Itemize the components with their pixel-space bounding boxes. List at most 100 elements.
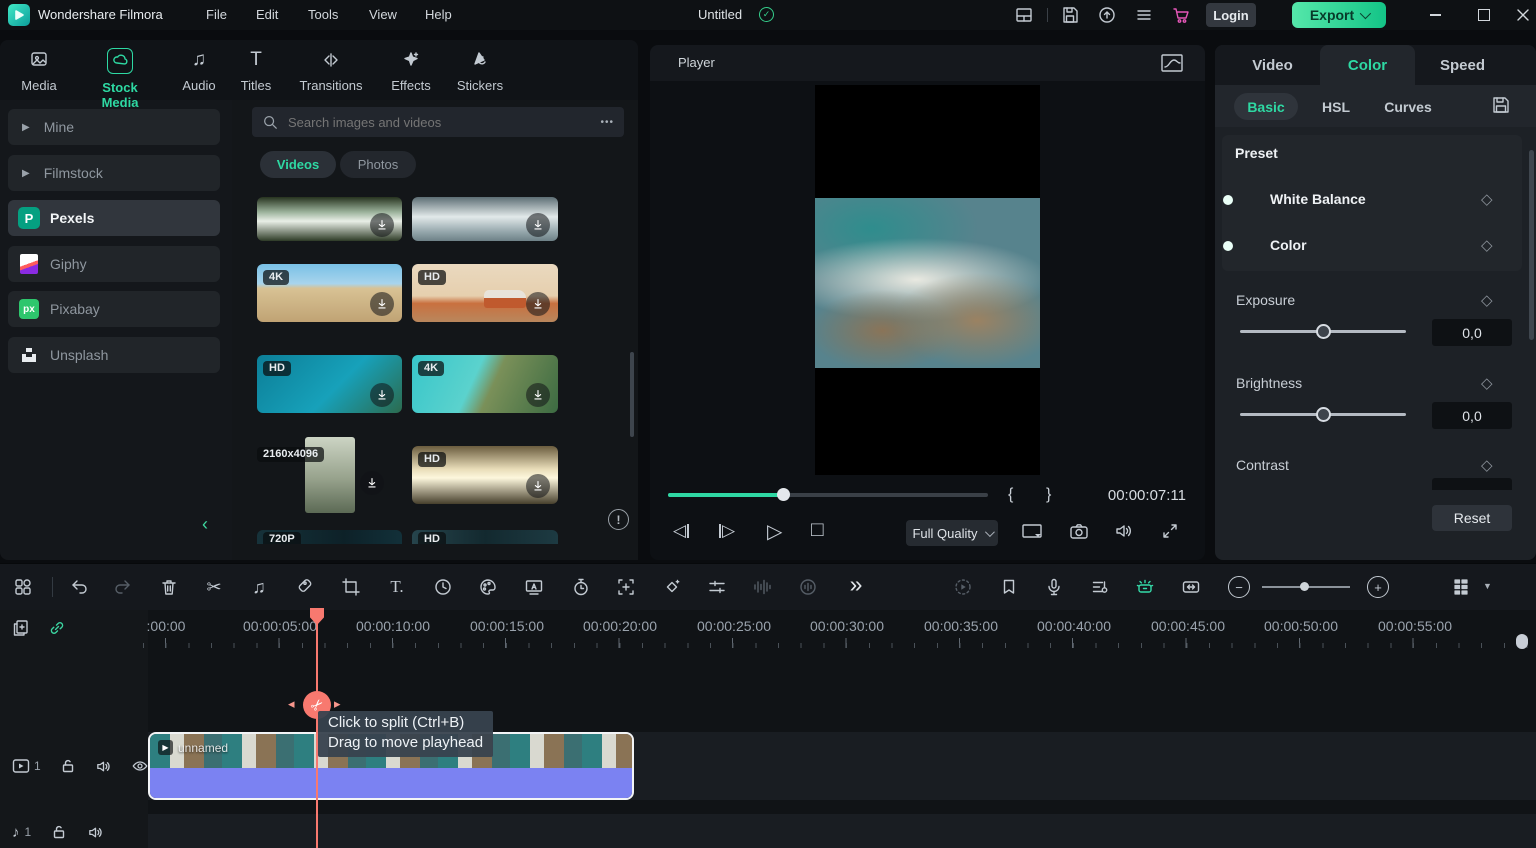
tab-videos[interactable]: Videos	[260, 151, 336, 178]
minimize-button[interactable]	[1424, 4, 1446, 26]
menu-file[interactable]: File	[198, 3, 235, 26]
tab-media[interactable]: Media	[18, 48, 60, 93]
save-icon[interactable]	[1059, 4, 1081, 26]
source-mine[interactable]: ▶ Mine	[8, 109, 220, 145]
stock-thumb-sunset-grass[interactable]: HD	[412, 446, 558, 504]
track-manager-icon[interactable]	[1450, 576, 1472, 598]
collapse-sidebar-icon[interactable]: ‹	[202, 514, 208, 535]
crop-icon[interactable]	[340, 576, 362, 598]
search-more-icon[interactable]: •••	[600, 117, 614, 128]
white-balance-keyframe-icon[interactable]: ◇	[1481, 190, 1493, 208]
stock-thumb-dark-sea[interactable]: 720P	[257, 530, 402, 544]
menu-tools[interactable]: Tools	[300, 3, 346, 26]
render-preview-icon[interactable]	[952, 576, 974, 598]
brightness-keyframe-icon[interactable]: ◇	[1481, 374, 1493, 392]
tab-titles[interactable]: T Titles	[232, 48, 280, 93]
stock-thumb-camper-van[interactable]: HD	[412, 264, 558, 322]
download-icon[interactable]	[526, 292, 550, 316]
contrast-keyframe-icon[interactable]: ◇	[1481, 456, 1493, 474]
stock-thumb-night-waves[interactable]: HD	[412, 530, 558, 544]
exposure-value[interactable]: 0,0	[1432, 319, 1512, 346]
save-preset-icon[interactable]	[1491, 95, 1511, 115]
fullscreen-icon[interactable]	[1160, 521, 1180, 541]
seek-handle[interactable]	[777, 488, 790, 501]
snapshot-icon[interactable]	[1069, 521, 1089, 541]
toolbar-more-icon[interactable]: »	[845, 571, 867, 597]
zoom-in-icon[interactable]: +	[1367, 576, 1389, 598]
stock-thumb-people-portrait[interactable]: 2160x4096	[257, 437, 402, 513]
video-track-lock-icon[interactable]	[57, 755, 79, 777]
audio-track-mute-icon[interactable]	[84, 821, 106, 843]
stock-thumb-beach[interactable]: 4K	[257, 264, 402, 322]
properties-scrollbar[interactable]	[1529, 150, 1534, 340]
timeline-zoom-knob[interactable]	[1300, 582, 1309, 591]
subtab-curves[interactable]: Curves	[1377, 93, 1439, 120]
stock-scrollbar[interactable]	[630, 352, 634, 437]
tab-audio[interactable]: ♫ Audio	[176, 48, 222, 93]
audio-mixer-icon[interactable]	[1089, 576, 1111, 598]
keyframe-icon[interactable]	[661, 576, 683, 598]
quality-dropdown[interactable]: Full Quality	[906, 520, 998, 546]
login-button[interactable]: Login	[1206, 3, 1256, 27]
track-manager-caret-icon[interactable]: ▼	[1483, 581, 1492, 591]
download-icon[interactable]	[370, 213, 394, 237]
export-button[interactable]: Export	[1292, 2, 1386, 28]
tab-speed[interactable]: Speed	[1415, 45, 1510, 85]
tab-video[interactable]: Video	[1225, 45, 1320, 85]
next-frame-button[interactable]: ▷	[719, 521, 735, 541]
download-icon[interactable]	[370, 383, 394, 407]
reset-button[interactable]: Reset	[1432, 505, 1512, 531]
download-icon[interactable]	[526, 383, 550, 407]
quick-split-mode-icon[interactable]	[1134, 576, 1156, 598]
fit-timeline-icon[interactable]	[1180, 576, 1202, 598]
delete-icon[interactable]	[158, 576, 180, 598]
prev-frame-button[interactable]: ◁	[673, 521, 690, 541]
source-giphy[interactable]: Giphy	[8, 246, 220, 282]
chroma-key-icon[interactable]	[523, 576, 545, 598]
brightness-value[interactable]: 0,0	[1432, 402, 1512, 429]
layout-icon[interactable]	[1013, 4, 1035, 26]
voiceover-mic-icon[interactable]	[1043, 576, 1065, 598]
link-clips-icon[interactable]	[46, 617, 68, 639]
contrast-value[interactable]	[1432, 478, 1512, 490]
stock-thumb-ocean-waves[interactable]	[412, 197, 558, 241]
stock-thumb-palm-water[interactable]: HD	[257, 355, 402, 413]
marker-tag-icon[interactable]	[294, 576, 316, 598]
tab-photos[interactable]: Photos	[340, 151, 416, 178]
mark-out-icon[interactable]: }	[1046, 486, 1051, 504]
tab-color[interactable]: Color	[1320, 45, 1415, 85]
tab-stickers[interactable]: Stickers	[452, 48, 508, 93]
menu-hamburger-icon[interactable]	[1133, 4, 1155, 26]
subtab-hsl[interactable]: HSL	[1313, 93, 1359, 120]
menu-help[interactable]: Help	[417, 3, 460, 26]
info-icon[interactable]: !	[608, 509, 629, 530]
close-button[interactable]	[1512, 4, 1534, 26]
speed-icon[interactable]	[432, 576, 454, 598]
search-bar[interactable]: •••	[252, 107, 624, 137]
mark-in-icon[interactable]: {	[1008, 486, 1013, 504]
video-track-mute-icon[interactable]	[93, 755, 115, 777]
source-pexels[interactable]: P Pexels	[8, 200, 220, 236]
download-icon[interactable]	[360, 471, 384, 495]
timeline-scrollbar-thumb[interactable]	[1516, 634, 1528, 649]
maximize-button[interactable]	[1473, 4, 1495, 26]
brightness-slider-knob[interactable]	[1316, 407, 1331, 422]
scope-icon[interactable]	[1160, 52, 1184, 74]
tab-stock-media[interactable]: Stock Media	[84, 48, 156, 118]
media-view-icon[interactable]	[12, 576, 34, 598]
timeline-ruler[interactable]: :00:00 00:00:05:00 00:00:10:00 00:00:15:…	[143, 612, 1536, 650]
tab-transitions[interactable]: Transitions	[296, 48, 366, 93]
text-tool-icon[interactable]: T.	[386, 576, 408, 598]
duration-stopwatch-icon[interactable]	[570, 576, 592, 598]
split-scissors-icon[interactable]: ✂	[203, 576, 225, 598]
download-icon[interactable]	[526, 213, 550, 237]
color-keyframe-icon[interactable]: ◇	[1481, 236, 1493, 254]
paste-target-icon[interactable]	[10, 617, 32, 639]
seek-bar[interactable]	[668, 488, 988, 501]
cart-icon[interactable]	[1170, 4, 1192, 26]
mirror-display-icon[interactable]	[1021, 522, 1043, 542]
exposure-slider-knob[interactable]	[1316, 324, 1331, 339]
audio-notes-icon[interactable]: ♫	[248, 576, 270, 598]
source-unsplash[interactable]: Unsplash	[8, 337, 220, 373]
source-pixabay[interactable]: px Pixabay	[8, 291, 220, 327]
